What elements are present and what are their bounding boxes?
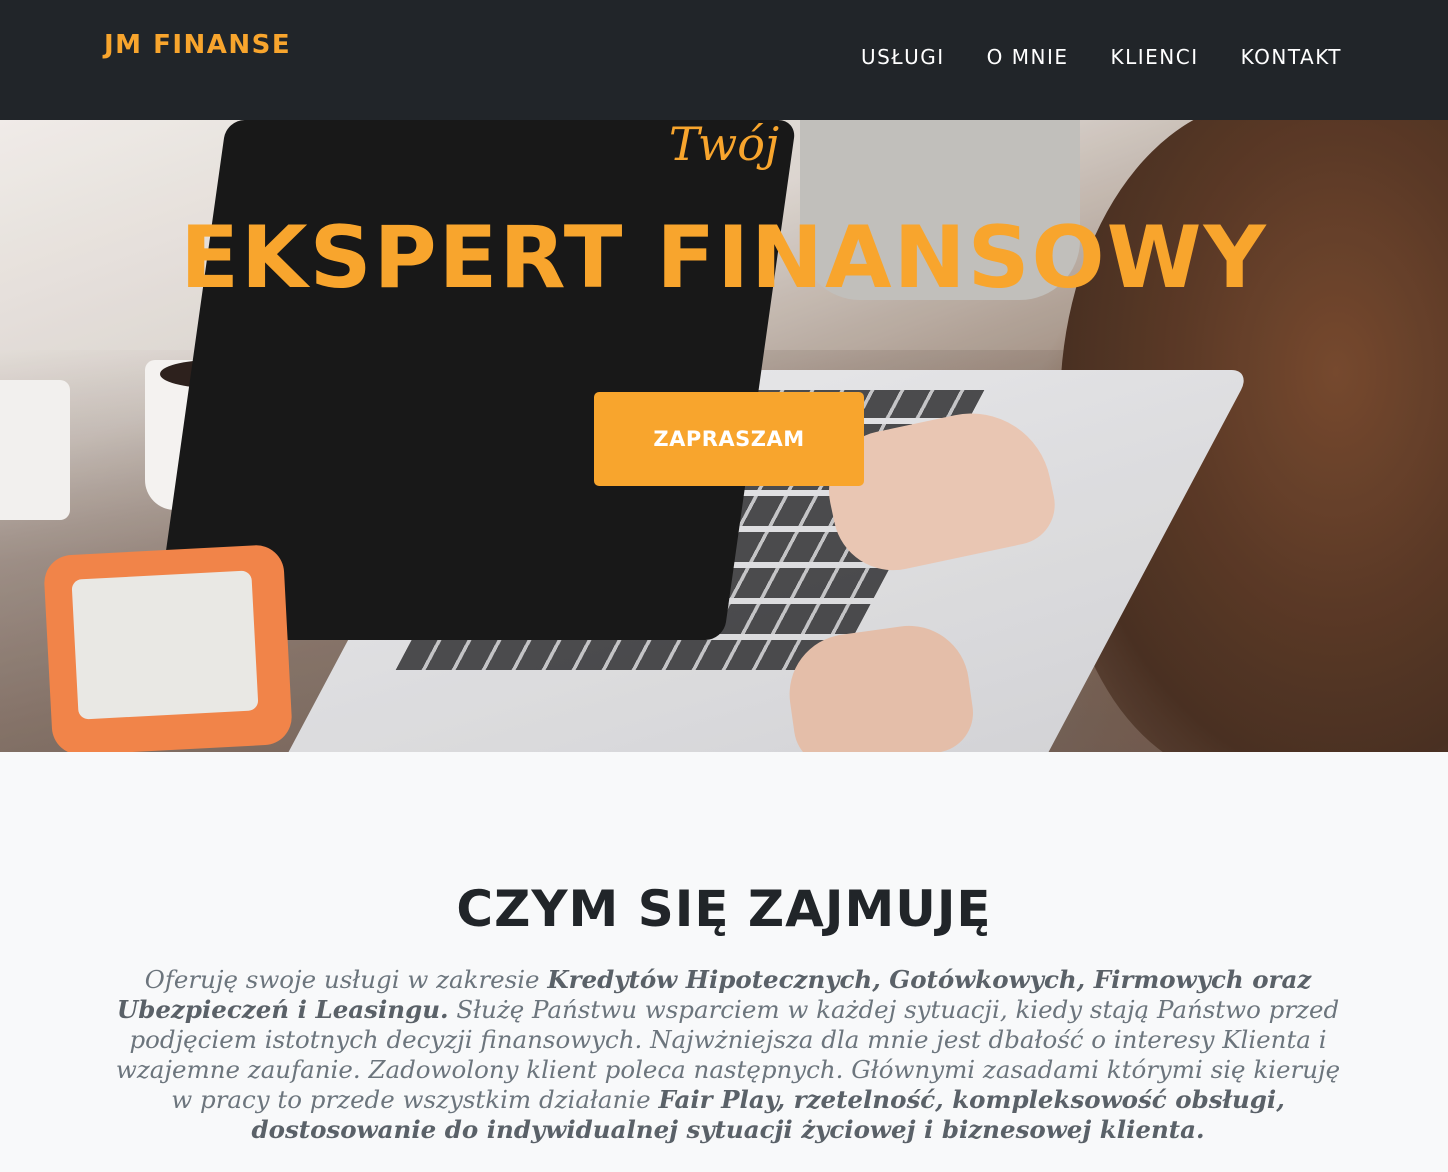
- services-description: Oferuję swoje usługi w zakresie Kredytów…: [110, 965, 1346, 1145]
- brand-logo[interactable]: JM FINANSE: [104, 30, 291, 60]
- hero-heading: EKSPERT FINANSOWY: [180, 208, 1268, 308]
- hero-subheading: Twój: [668, 117, 780, 171]
- nav-link-klienci[interactable]: KLIENCI: [1090, 42, 1220, 72]
- nav-link-uslugi[interactable]: USŁUGI: [840, 42, 966, 72]
- nav-menu: USŁUGI O MNIE KLIENCI KONTAKT: [840, 42, 1342, 72]
- section-title: CZYM SIĘ ZAJMUJĘ: [456, 880, 992, 938]
- nav-link-o-mnie[interactable]: O MNIE: [966, 42, 1090, 72]
- nav-link-kontakt[interactable]: KONTAKT: [1220, 42, 1342, 72]
- navbar: JM FINANSE USŁUGI O MNIE KLIENCI KONTAKT: [0, 0, 1448, 120]
- zapraszam-button[interactable]: ZAPRASZAM: [594, 392, 864, 486]
- text-segment: Oferuję swoje usługi w zakresie: [144, 965, 548, 994]
